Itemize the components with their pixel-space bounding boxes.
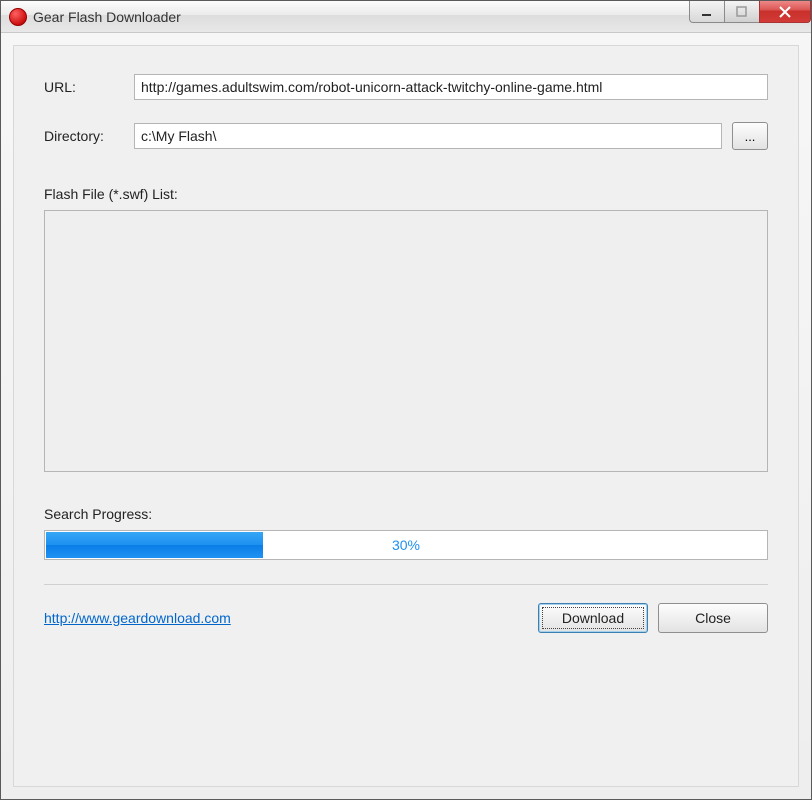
directory-row: Directory: ... (44, 122, 768, 150)
browse-button-label: ... (745, 129, 756, 144)
progress-label: Search Progress: (44, 506, 768, 522)
url-input[interactable] (134, 74, 768, 100)
application-window: Gear Flash Downloader URL: Directory: ..… (0, 0, 812, 800)
window-title: Gear Flash Downloader (33, 9, 181, 25)
progress-bar: 30% (44, 530, 768, 560)
maximize-button (724, 1, 760, 23)
window-controls (690, 1, 811, 25)
maximize-icon (736, 6, 748, 18)
app-icon (9, 8, 27, 26)
progress-text: 30% (45, 531, 767, 559)
close-icon (778, 5, 792, 19)
website-link[interactable]: http://www.geardownload.com (44, 610, 231, 626)
download-button-label: Download (562, 610, 624, 626)
url-row: URL: (44, 74, 768, 100)
url-label: URL: (44, 79, 134, 95)
download-button[interactable]: Download (538, 603, 648, 633)
titlebar[interactable]: Gear Flash Downloader (1, 1, 811, 33)
minimize-icon (701, 6, 713, 18)
directory-input[interactable] (134, 123, 722, 149)
close-dialog-button[interactable]: Close (658, 603, 768, 633)
minimize-button[interactable] (689, 1, 725, 23)
directory-label: Directory: (44, 128, 134, 144)
flash-list-label: Flash File (*.swf) List: (44, 186, 768, 202)
close-button[interactable] (759, 1, 811, 23)
content-panel: URL: Directory: ... Flash File (*.swf) L… (13, 45, 799, 787)
divider (44, 584, 768, 585)
footer-row: http://www.geardownload.com Download Clo… (44, 603, 768, 633)
browse-button[interactable]: ... (732, 122, 768, 150)
close-dialog-button-label: Close (695, 610, 731, 626)
flash-file-list[interactable] (44, 210, 768, 472)
